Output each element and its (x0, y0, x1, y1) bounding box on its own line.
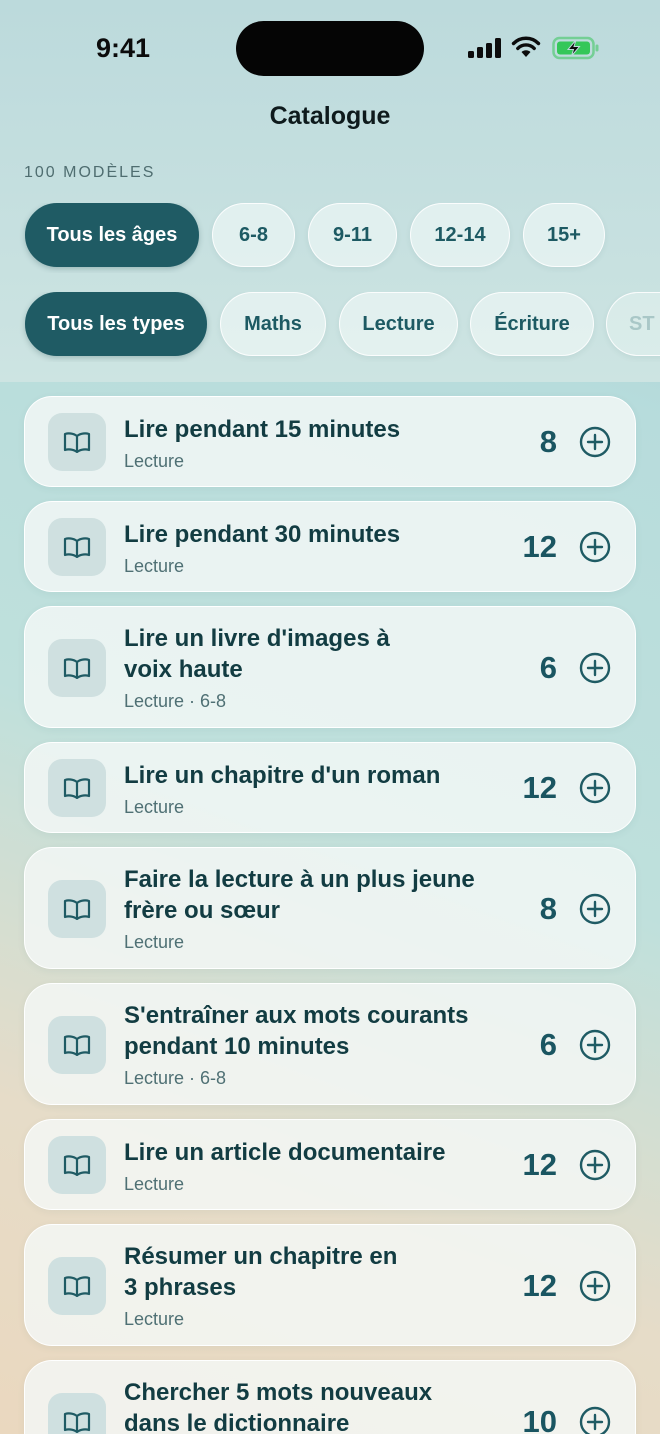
type-filter-ecriture[interactable]: Écriture (470, 292, 594, 356)
catalogue-header: 9:41 Catalogue 100 MODÈLES Tous les âges… (0, 0, 660, 382)
template-text: Lire pendant 15 minutes Lecture (124, 414, 484, 473)
template-points: 12 (522, 1147, 557, 1182)
plus-circle-icon[interactable] (579, 1270, 611, 1302)
book-open-icon (48, 518, 106, 576)
template-subtitle: Lecture · 6-8 (124, 1068, 227, 1088)
template-points: 6 (539, 1027, 557, 1062)
template-text: Chercher 5 mots nouveaux dans le diction… (124, 1377, 464, 1434)
template-text: Faire la lecture à un plus jeune frère o… (124, 864, 494, 954)
type-filter-row: Tous les types Maths Lecture Écriture ST (0, 292, 660, 362)
template-card[interactable]: Lire pendant 30 minutes Lecture 12 (24, 501, 636, 592)
plus-circle-icon[interactable] (579, 1406, 611, 1434)
template-points: 6 (539, 650, 557, 685)
template-text: S'entraîner aux mots courants pendant 10… (124, 1000, 494, 1090)
template-card[interactable]: Chercher 5 mots nouveaux dans le diction… (24, 1360, 636, 1434)
plus-circle-icon[interactable] (579, 531, 611, 563)
status-bar: 9:41 (0, 0, 660, 96)
plus-circle-icon[interactable] (579, 893, 611, 925)
template-title: Lire un article documentaire (124, 1139, 446, 1166)
plus-circle-icon[interactable] (579, 1029, 611, 1061)
template-points: 12 (522, 1268, 557, 1303)
template-subtitle: Lecture (124, 797, 185, 817)
type-filter-all[interactable]: Tous les types (25, 292, 207, 356)
age-filter-12-14[interactable]: 12-14 (410, 203, 510, 267)
plus-circle-icon[interactable] (579, 426, 611, 458)
plus-circle-icon[interactable] (579, 772, 611, 804)
template-text: Lire un article documentaire Lecture (124, 1137, 484, 1196)
template-card[interactable]: Lire pendant 15 minutes Lecture 8 (24, 396, 636, 487)
book-open-icon (48, 1393, 106, 1434)
book-open-icon (48, 639, 106, 697)
template-text: Lire un livre d'images à voix haute Lect… (124, 623, 424, 713)
template-subtitle: Lecture (124, 1309, 185, 1329)
template-text: Résumer un chapitre en 3 phrases Lecture (124, 1241, 414, 1331)
template-points: 12 (522, 529, 557, 564)
template-subtitle: Lecture (124, 1174, 185, 1194)
template-card[interactable]: Faire la lecture à un plus jeune frère o… (24, 847, 636, 969)
template-subtitle: Lecture (124, 932, 185, 952)
age-filter-9-11[interactable]: 9-11 (308, 203, 397, 267)
book-open-icon (48, 880, 106, 938)
template-card[interactable]: Lire un livre d'images à voix haute Lect… (24, 606, 636, 728)
status-time: 9:41 (96, 33, 151, 63)
type-filter-st[interactable]: ST (606, 292, 660, 356)
template-points: 8 (539, 891, 557, 926)
template-subtitle: Lecture (124, 451, 185, 471)
age-filter-15-plus[interactable]: 15+ (523, 203, 605, 267)
template-text: Lire un chapitre d'un roman Lecture (124, 760, 484, 819)
age-filter-all[interactable]: Tous les âges (25, 203, 199, 267)
template-card[interactable]: Lire un article documentaire Lecture 12 (24, 1119, 636, 1210)
plus-circle-icon[interactable] (579, 1149, 611, 1181)
plus-circle-icon[interactable] (579, 652, 611, 684)
template-title: Chercher 5 mots nouveaux dans le diction… (124, 1379, 433, 1434)
type-filter-lecture[interactable]: Lecture (339, 292, 458, 356)
template-count: 100 MODÈLES (24, 164, 156, 181)
dynamic-island (236, 21, 424, 76)
type-filter-maths[interactable]: Maths (220, 292, 326, 356)
age-filter-row: Tous les âges 6-8 9-11 12-14 15+ (0, 203, 660, 273)
template-points: 10 (522, 1404, 557, 1434)
template-text: Lire pendant 30 minutes Lecture (124, 519, 484, 578)
book-open-icon (48, 1257, 106, 1315)
book-open-icon (48, 1136, 106, 1194)
template-points: 8 (539, 424, 557, 459)
book-open-icon (48, 1016, 106, 1074)
template-subtitle: Lecture (124, 556, 185, 576)
template-title: Faire la lecture à un plus jeune frère o… (124, 866, 475, 924)
book-open-icon (48, 413, 106, 471)
template-card[interactable]: S'entraîner aux mots courants pendant 10… (24, 983, 636, 1105)
template-title: Résumer un chapitre en 3 phrases (124, 1243, 398, 1301)
template-title: S'entraîner aux mots courants pendant 10… (124, 1002, 469, 1060)
template-card[interactable]: Résumer un chapitre en 3 phrases Lecture… (24, 1224, 636, 1346)
template-title: Lire pendant 15 minutes (124, 416, 401, 443)
book-open-icon (48, 759, 106, 817)
template-title: Lire pendant 30 minutes (124, 521, 401, 548)
template-points: 12 (522, 770, 557, 805)
age-filter-6-8[interactable]: 6-8 (212, 203, 295, 267)
wifi-icon (511, 36, 541, 57)
template-card[interactable]: Lire un chapitre d'un roman Lecture 12 (24, 742, 636, 833)
template-subtitle: Lecture · 6-8 (124, 691, 227, 711)
battery-charging-icon (552, 36, 599, 60)
cellular-signal-icon (468, 38, 501, 58)
template-title: Lire un livre d'images à voix haute (124, 625, 390, 683)
template-title: Lire un chapitre d'un roman (124, 762, 441, 789)
page-title: Catalogue (269, 102, 391, 130)
